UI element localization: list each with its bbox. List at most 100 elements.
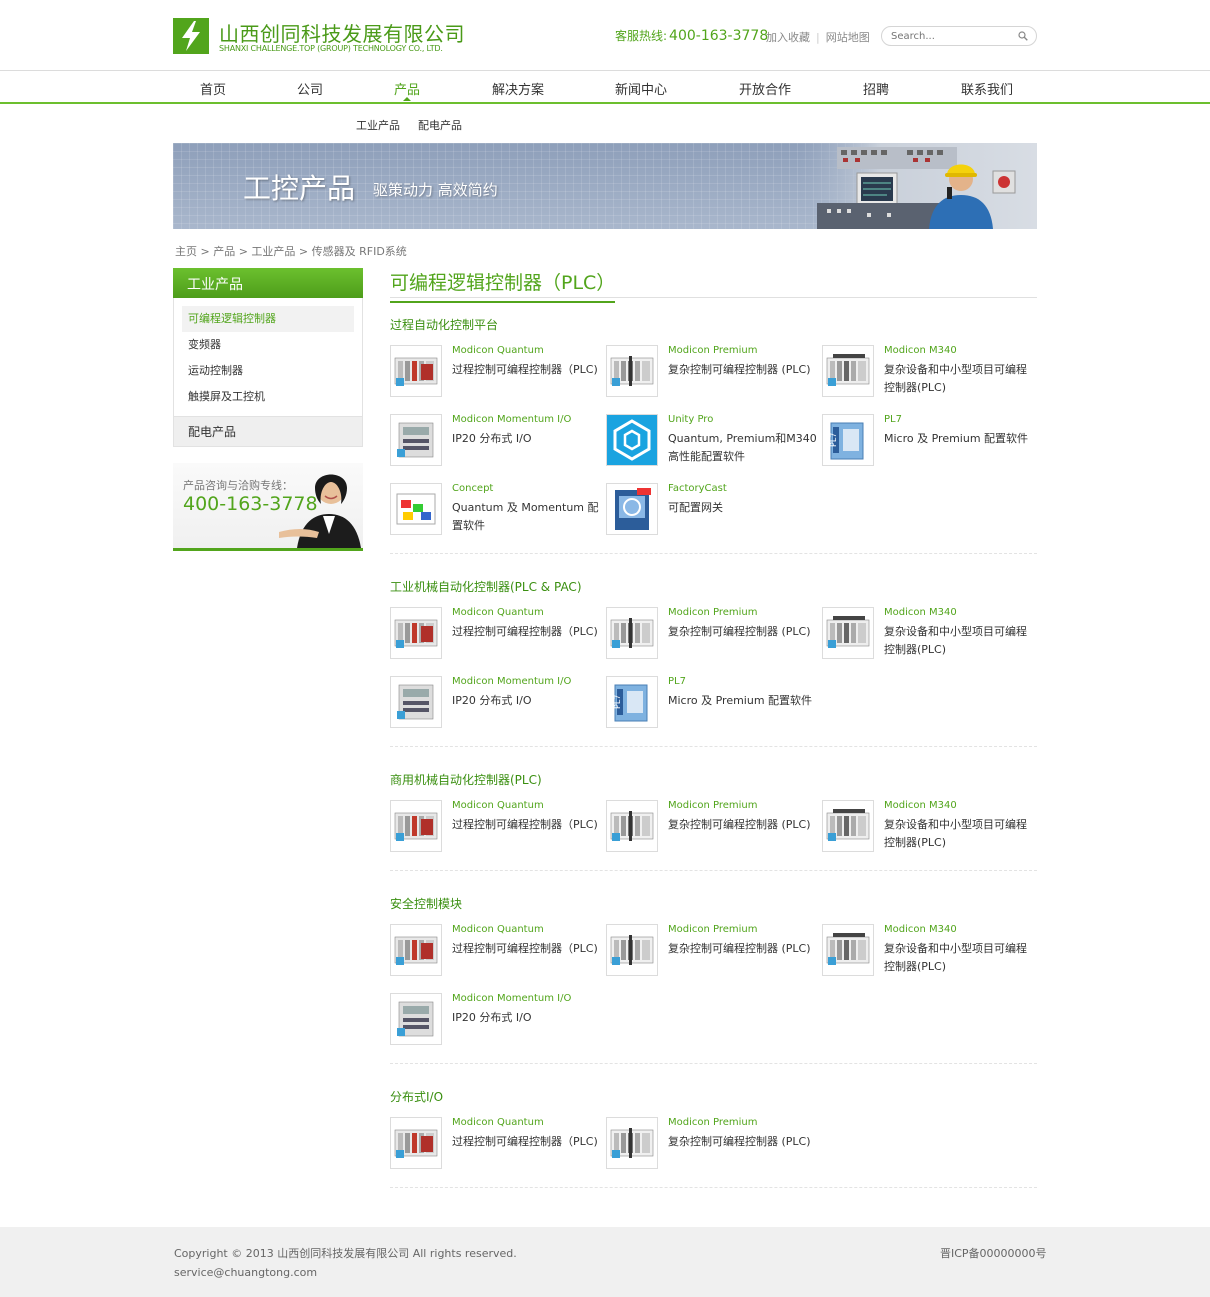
product-name[interactable]: Modicon Premium — [668, 607, 758, 618]
product-description: Quantum, Premium和M340高性能配置软件 — [668, 432, 817, 463]
product-name[interactable]: Modicon Quantum — [452, 607, 544, 618]
product-name[interactable]: Modicon Momentum I/O — [452, 414, 571, 425]
product-name[interactable]: PL7 — [884, 414, 902, 425]
product-card[interactable]: Modicon Premium 复杂控制可编程控制器 (PLC) — [606, 800, 822, 856]
product-thumbnail-quantum-icon[interactable] — [390, 607, 442, 659]
product-thumbnail-m340-icon[interactable] — [822, 800, 874, 852]
product-card[interactable]: Modicon Quantum 过程控制可编程控制器（PLC) — [390, 345, 606, 401]
lightning-logo-icon[interactable] — [173, 18, 209, 54]
product-thumbnail-momentum-icon[interactable] — [390, 993, 442, 1045]
search-icon[interactable] — [1018, 31, 1028, 41]
product-name[interactable]: Modicon Quantum — [452, 800, 544, 811]
product-card[interactable]: Modicon Premium 复杂控制可编程控制器 (PLC) — [606, 924, 822, 980]
product-thumbnail-pl7-icon[interactable]: PL7 — [822, 414, 874, 466]
nav-item-6[interactable]: 招聘 — [863, 79, 889, 98]
product-card[interactable]: Modicon Premium 复杂控制可编程控制器 (PLC) — [606, 1117, 822, 1173]
product-card[interactable]: PL7 PL7 Micro 及 Premium 配置软件 — [822, 414, 1038, 470]
product-name[interactable]: Modicon M340 — [884, 924, 957, 935]
product-card[interactable]: Modicon M340 复杂设备和中小型项目可编程控制器(PLC) — [822, 800, 1038, 856]
product-name[interactable]: Modicon Quantum — [452, 345, 544, 356]
product-card[interactable]: Modicon M340 复杂设备和中小型项目可编程控制器(PLC) — [822, 924, 1038, 980]
product-card[interactable]: Modicon Quantum 过程控制可编程控制器（PLC) — [390, 924, 606, 980]
sitemap-link[interactable]: 网站地图 — [826, 31, 870, 44]
product-thumbnail-concept-icon[interactable] — [390, 483, 442, 535]
section-title[interactable]: 商用机械自动化控制器(PLC) — [390, 771, 542, 788]
product-card[interactable]: Unity Pro Quantum, Premium和M340高性能配置软件 — [606, 414, 822, 470]
sidebar-heading: 工业产品 — [173, 268, 363, 298]
product-thumbnail-m340-icon[interactable] — [822, 345, 874, 397]
product-thumbnail-premium-icon[interactable] — [606, 345, 658, 397]
product-name[interactable]: Modicon M340 — [884, 607, 957, 618]
product-card[interactable]: Modicon Momentum I/O IP20 分布式 I/O — [390, 414, 606, 470]
section-title[interactable]: 分布式I/O — [390, 1088, 443, 1105]
product-name[interactable]: Modicon M340 — [884, 345, 957, 356]
product-thumbnail-quantum-icon[interactable] — [390, 1117, 442, 1169]
product-card[interactable]: FactoryCast 可配置网关 — [606, 483, 822, 539]
product-thumbnail-unity-icon[interactable] — [606, 414, 658, 466]
product-thumbnail-premium-icon[interactable] — [606, 800, 658, 852]
product-description: 过程控制可编程控制器（PLC) — [452, 625, 598, 638]
subnav-item-0[interactable]: 工业产品 — [356, 119, 400, 132]
product-card[interactable]: Modicon Quantum 过程控制可编程控制器（PLC) — [390, 1117, 606, 1173]
product-thumbnail-m340-icon[interactable] — [822, 607, 874, 659]
product-card[interactable]: Modicon Momentum I/O IP20 分布式 I/O — [390, 676, 606, 732]
product-name[interactable]: Modicon Quantum — [452, 1117, 544, 1128]
section-divider — [390, 553, 1037, 554]
product-name[interactable]: Modicon Premium — [668, 924, 758, 935]
product-thumbnail-m340-icon[interactable] — [822, 924, 874, 976]
product-card[interactable]: Modicon Premium 复杂控制可编程控制器 (PLC) — [606, 607, 822, 663]
nav-item-2[interactable]: 产品 — [394, 79, 420, 98]
nav-item-1[interactable]: 公司 — [297, 79, 323, 98]
product-card[interactable]: PL7 PL7 Micro 及 Premium 配置软件 — [606, 676, 822, 732]
product-card[interactable]: Modicon M340 复杂设备和中小型项目可编程控制器(PLC) — [822, 345, 1038, 401]
product-card[interactable]: Modicon Quantum 过程控制可编程控制器（PLC) — [390, 800, 606, 856]
product-name[interactable]: Modicon Premium — [668, 800, 758, 811]
product-name[interactable]: FactoryCast — [668, 483, 727, 494]
product-thumbnail-quantum-icon[interactable] — [390, 345, 442, 397]
product-card[interactable]: Concept Quantum 及 Momentum 配置软件 — [390, 483, 606, 539]
product-card[interactable]: Modicon Premium 复杂控制可编程控制器 (PLC) — [606, 345, 822, 401]
nav-item-7[interactable]: 联系我们 — [961, 79, 1013, 98]
product-card[interactable]: Modicon Momentum I/O IP20 分布式 I/O — [390, 993, 606, 1049]
product-name[interactable]: Modicon Premium — [668, 345, 758, 356]
product-name[interactable]: Modicon Premium — [668, 1117, 758, 1128]
section-title[interactable]: 安全控制模块 — [390, 895, 462, 912]
product-thumbnail-premium-icon[interactable] — [606, 607, 658, 659]
sidebar-item-3[interactable]: 触摸屏及工控机 — [182, 384, 354, 410]
section-title[interactable]: 过程自动化控制平台 — [390, 316, 498, 333]
product-name[interactable]: Modicon Momentum I/O — [452, 993, 571, 1004]
product-thumbnail-premium-icon[interactable] — [606, 924, 658, 976]
product-thumbnail-quantum-icon[interactable] — [390, 800, 442, 852]
sidebar-item-0[interactable]: 可编程逻辑控制器 — [182, 306, 354, 332]
bookmark-link[interactable]: 加入收藏 — [766, 31, 810, 44]
product-name[interactable]: PL7 — [668, 676, 686, 687]
product-thumbnail-momentum-icon[interactable] — [390, 676, 442, 728]
product-name[interactable]: Modicon M340 — [884, 800, 957, 811]
product-thumbnail-pl7-icon[interactable]: PL7 — [606, 676, 658, 728]
subnav-item-1[interactable]: 配电产品 — [418, 119, 462, 132]
product-thumbnail-momentum-icon[interactable] — [390, 414, 442, 466]
company-name[interactable]: 山西创同科技发展有限公司 — [219, 18, 465, 47]
product-thumbnail-premium-icon[interactable] — [606, 1117, 658, 1169]
product-card[interactable]: Modicon Quantum 过程控制可编程控制器（PLC) — [390, 607, 606, 663]
nav-item-5[interactable]: 开放合作 — [739, 79, 791, 98]
nav-item-0[interactable]: 首页 — [200, 79, 226, 98]
nav-item-4[interactable]: 新闻中心 — [615, 79, 667, 98]
nav-item-3[interactable]: 解决方案 — [492, 79, 544, 98]
product-name[interactable]: Unity Pro — [668, 414, 713, 425]
sidebar-item-1[interactable]: 变频器 — [182, 332, 354, 358]
product-thumbnail-factorycast-icon[interactable] — [606, 483, 658, 535]
section-title[interactable]: 工业机械自动化控制器(PLC & PAC) — [390, 578, 582, 595]
breadcrumb[interactable]: 主页 > 产品 > 工业产品 > 传感器及 RFID系统 — [175, 243, 407, 259]
main-nav-bar: 首页 公司 产品 解决方案 新闻中心 开放合作 招聘 联系我们 — [0, 70, 1210, 104]
product-name[interactable]: Concept — [452, 483, 493, 494]
footer-email[interactable]: service@chuangtong.com — [174, 1266, 317, 1279]
sidebar-item-2[interactable]: 运动控制器 — [182, 358, 354, 384]
sidebar-category-power[interactable]: 配电产品 — [174, 416, 362, 446]
product-name[interactable]: Modicon Momentum I/O — [452, 676, 571, 687]
product-card[interactable]: Modicon M340 复杂设备和中小型项目可编程控制器(PLC) — [822, 607, 1038, 663]
product-name[interactable]: Modicon Quantum — [452, 924, 544, 935]
product-thumbnail-quantum-icon[interactable] — [390, 924, 442, 976]
search-input[interactable] — [891, 29, 1011, 43]
icp-license[interactable]: 晋ICP备00000000号 — [940, 1245, 1047, 1261]
